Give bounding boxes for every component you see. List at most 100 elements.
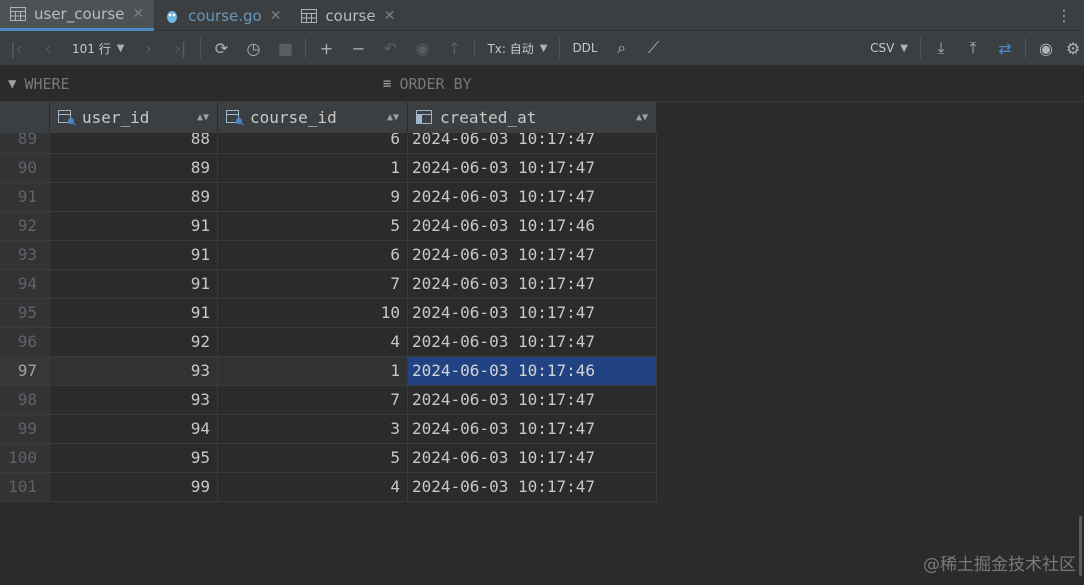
- cell-course-id[interactable]: 3: [218, 415, 408, 444]
- column-header-created-at[interactable]: created_at ▲▼: [408, 102, 657, 133]
- cell-user-id[interactable]: 91: [50, 270, 218, 299]
- cell-user-id[interactable]: 91: [50, 212, 218, 241]
- vertical-scrollbar[interactable]: [1079, 516, 1082, 576]
- cell-created-at[interactable]: 2024-06-03 10:17:47: [408, 415, 657, 444]
- table-row[interactable]: 99 94 3 2024-06-03 10:17:47: [0, 415, 657, 444]
- next-page-icon[interactable]: ›: [132, 31, 164, 66]
- toolbar-divider: [305, 38, 307, 58]
- ddl-button[interactable]: DDL: [564, 31, 605, 66]
- table-row[interactable]: 96 92 4 2024-06-03 10:17:47: [0, 328, 657, 357]
- revert-icon[interactable]: ↶: [374, 31, 406, 66]
- download-icon[interactable]: ⤓: [925, 31, 957, 66]
- cell-created-at[interactable]: 2024-06-03 10:17:47: [408, 183, 657, 212]
- cell-created-at[interactable]: 2024-06-03 10:17:46: [408, 357, 657, 386]
- tab-course-go[interactable]: course.go ✕: [154, 0, 291, 31]
- cell-course-id[interactable]: 5: [218, 444, 408, 473]
- table-row[interactable]: 95 91 10 2024-06-03 10:17:47: [0, 299, 657, 328]
- preview-changes-icon[interactable]: ◉: [406, 31, 438, 66]
- table-row[interactable]: 90 89 1 2024-06-03 10:17:47: [0, 154, 657, 183]
- row-number: 91: [0, 183, 50, 212]
- compare-icon[interactable]: ⇄: [989, 31, 1021, 66]
- row-number: 95: [0, 299, 50, 328]
- upload-icon[interactable]: ⤒: [957, 31, 989, 66]
- cell-created-at[interactable]: 2024-06-03 10:17:47: [408, 270, 657, 299]
- cell-user-id[interactable]: 93: [50, 386, 218, 415]
- cell-course-id[interactable]: 5: [218, 212, 408, 241]
- reload-icon[interactable]: ⟳: [205, 31, 237, 66]
- cell-created-at[interactable]: 2024-06-03 10:17:47: [408, 473, 657, 502]
- cell-user-id[interactable]: 91: [50, 299, 218, 328]
- order-by-input[interactable]: ≡ ORDER BY: [383, 66, 783, 102]
- cell-user-id[interactable]: 94: [50, 415, 218, 444]
- chevron-down-icon: ▼: [900, 42, 908, 54]
- close-icon[interactable]: ✕: [270, 8, 282, 24]
- table-row[interactable]: 94 91 7 2024-06-03 10:17:47: [0, 270, 657, 299]
- watermark: @稀土掘金技术社区: [923, 555, 1076, 575]
- cell-user-id[interactable]: 93: [50, 357, 218, 386]
- where-filter-input[interactable]: ▼ WHERE: [8, 66, 378, 102]
- table-icon: [10, 7, 26, 21]
- cell-user-id[interactable]: 89: [50, 154, 218, 183]
- cell-created-at[interactable]: 2024-06-03 10:17:47: [408, 299, 657, 328]
- cell-user-id[interactable]: 91: [50, 241, 218, 270]
- cell-course-id[interactable]: 7: [218, 270, 408, 299]
- close-icon[interactable]: ✕: [384, 8, 396, 24]
- transaction-mode-selector[interactable]: Tx: 自动 ▼: [479, 31, 555, 66]
- table-row[interactable]: 101 99 4 2024-06-03 10:17:47: [0, 473, 657, 502]
- submit-icon[interactable]: ↑: [438, 31, 470, 66]
- delete-row-icon[interactable]: −: [342, 31, 374, 66]
- column-label: user_id: [82, 108, 150, 127]
- column-header-user-id[interactable]: user_id ▲▼: [50, 102, 218, 133]
- row-number: 96: [0, 328, 50, 357]
- cell-course-id[interactable]: 10: [218, 299, 408, 328]
- cell-user-id[interactable]: 99: [50, 473, 218, 502]
- previous-page-icon[interactable]: ‹: [32, 31, 64, 66]
- chevron-down-icon: ▼: [539, 42, 548, 54]
- chart-icon[interactable]: ⟋: [638, 31, 670, 66]
- row-count-label: 101 行: [72, 41, 111, 56]
- table-row[interactable]: 91 89 9 2024-06-03 10:17:47: [0, 183, 657, 212]
- cell-created-at[interactable]: 2024-06-03 10:17:47: [408, 386, 657, 415]
- table-row[interactable]: 93 91 6 2024-06-03 10:17:47: [0, 241, 657, 270]
- cell-course-id[interactable]: 1: [218, 154, 408, 183]
- row-number: 100: [0, 444, 50, 473]
- eye-icon[interactable]: ◉: [1030, 31, 1062, 66]
- last-page-icon[interactable]: ›|: [164, 31, 196, 66]
- row-number: 90: [0, 154, 50, 183]
- key-column-icon: [226, 109, 244, 126]
- cell-created-at[interactable]: 2024-06-03 10:17:47: [408, 444, 657, 473]
- column-header-course-id[interactable]: course_id ▲▼: [218, 102, 408, 133]
- cell-course-id[interactable]: 6: [218, 241, 408, 270]
- first-page-icon[interactable]: |‹: [0, 31, 32, 66]
- history-icon[interactable]: ◷: [237, 31, 269, 66]
- close-icon[interactable]: ✕: [132, 6, 144, 22]
- cell-created-at[interactable]: 2024-06-03 10:17:47: [408, 328, 657, 357]
- export-format-selector[interactable]: CSV ▼: [862, 31, 916, 66]
- table-row[interactable]: 100 95 5 2024-06-03 10:17:47: [0, 444, 657, 473]
- cell-created-at[interactable]: 2024-06-03 10:17:47: [408, 241, 657, 270]
- more-tabs-icon[interactable]: ⋮: [1044, 0, 1084, 30]
- cell-course-id[interactable]: 4: [218, 328, 408, 357]
- cell-user-id[interactable]: 95: [50, 444, 218, 473]
- cell-created-at[interactable]: 2024-06-03 10:17:46: [408, 212, 657, 241]
- table-row[interactable]: 98 93 7 2024-06-03 10:17:47: [0, 386, 657, 415]
- sort-arrows-icon[interactable]: ▲▼: [197, 112, 209, 123]
- sort-arrows-icon[interactable]: ▲▼: [636, 112, 648, 123]
- table-row[interactable]: 92 91 5 2024-06-03 10:17:46: [0, 212, 657, 241]
- table-row[interactable]: 97 93 1 2024-06-03 10:17:46: [0, 357, 657, 386]
- gear-icon[interactable]: ⚙: [1062, 31, 1084, 66]
- sort-arrows-icon[interactable]: ▲▼: [387, 112, 399, 123]
- tab-user-course[interactable]: user_course ✕: [0, 0, 155, 31]
- add-row-icon[interactable]: +: [310, 31, 342, 66]
- tab-course[interactable]: course ✕: [291, 0, 405, 31]
- row-count-selector[interactable]: 101 行 ▼: [64, 31, 132, 66]
- search-icon[interactable]: ⌕: [606, 31, 638, 66]
- cell-course-id[interactable]: 4: [218, 473, 408, 502]
- cell-user-id[interactable]: 92: [50, 328, 218, 357]
- cell-course-id[interactable]: 7: [218, 386, 408, 415]
- cell-course-id[interactable]: 1: [218, 357, 408, 386]
- cell-created-at[interactable]: 2024-06-03 10:17:47: [408, 154, 657, 183]
- cell-user-id[interactable]: 89: [50, 183, 218, 212]
- cell-course-id[interactable]: 9: [218, 183, 408, 212]
- stop-icon[interactable]: ■: [269, 31, 301, 66]
